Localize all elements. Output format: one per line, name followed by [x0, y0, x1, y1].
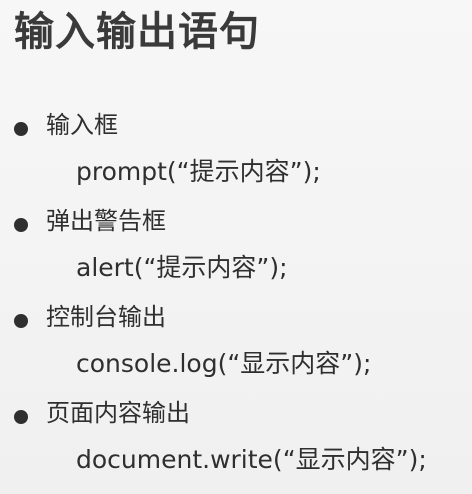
bullet-list: 输入框 prompt(“提示内容”); 弹出警告框 alert(“提示内容”);… [0, 108, 472, 492]
list-item-alert: 弹出警告框 alert(“提示内容”); [0, 204, 472, 300]
bullet-dot-icon [14, 410, 28, 424]
item-label: 控制台输出 [46, 303, 166, 331]
item-label: 弹出警告框 [46, 207, 166, 235]
bullet-dot-icon [14, 218, 28, 232]
item-code: console.log(“显示内容”); [76, 349, 372, 378]
item-code: alert(“提示内容”); [76, 253, 288, 282]
item-label: 页面内容输出 [46, 399, 190, 427]
bullet-dot-icon [14, 122, 28, 136]
item-label: 输入框 [46, 111, 118, 139]
bullet-dot-icon [14, 314, 28, 328]
item-code: prompt(“提示内容”); [76, 157, 321, 186]
list-item-document: 页面内容输出 document.write(“显示内容”); [0, 396, 472, 492]
list-item-input: 输入框 prompt(“提示内容”); [0, 108, 472, 204]
list-item-console: 控制台输出 console.log(“显示内容”); [0, 300, 472, 396]
page-title: 输入输出语句 [14, 9, 260, 55]
item-code: document.write(“显示内容”); [76, 445, 427, 474]
